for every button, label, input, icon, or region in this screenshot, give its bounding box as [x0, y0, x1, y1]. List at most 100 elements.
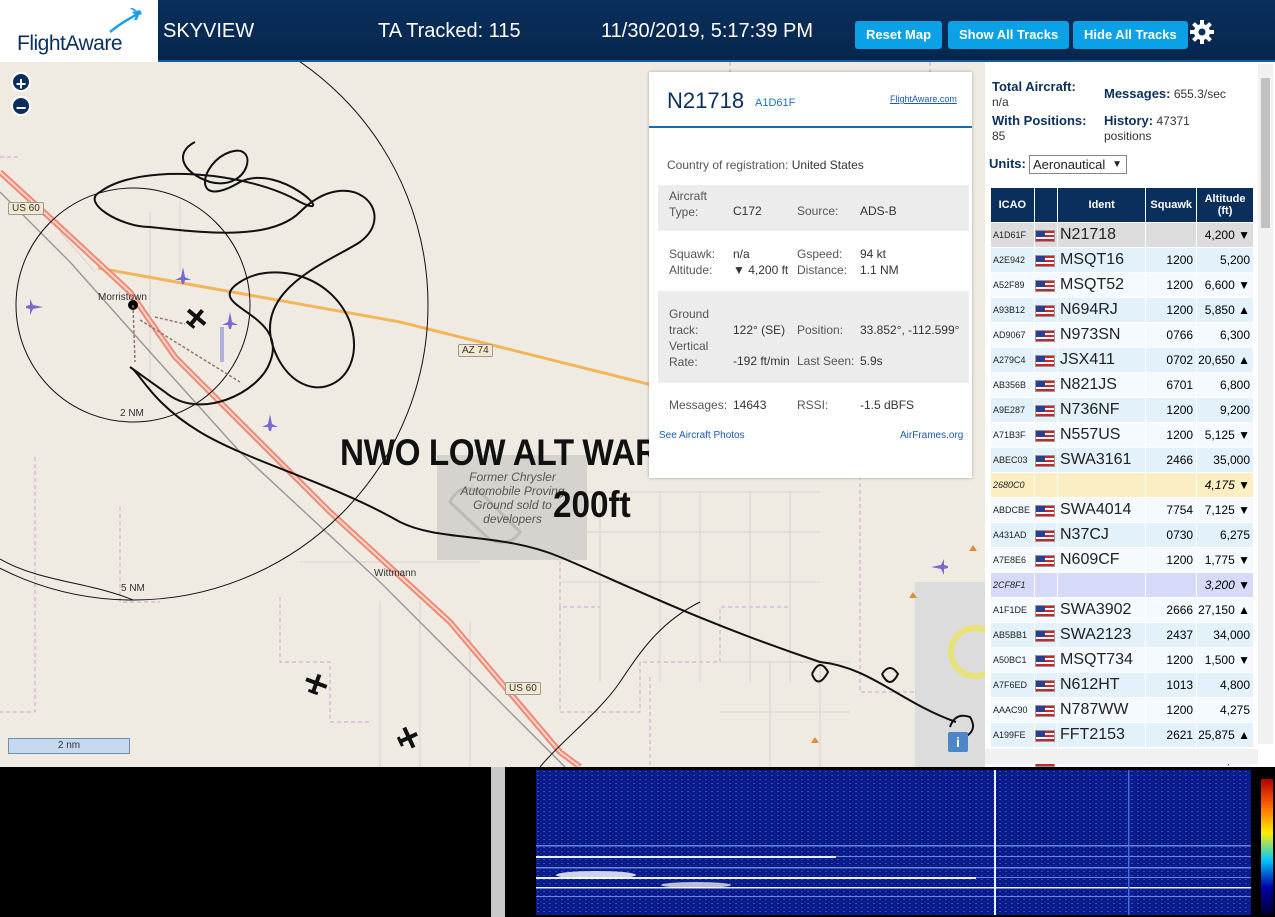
hide-all-tracks-button[interactable]: Hide All Tracks: [1073, 21, 1188, 49]
altitude-cell: 4,800: [1196, 672, 1254, 698]
table-row[interactable]: A2E942 MSQT16 1200 5,200: [990, 247, 1254, 273]
plane-logo-icon: [109, 8, 142, 33]
panel-splitter[interactable]: [491, 767, 505, 917]
reset-map-button[interactable]: Reset Map: [855, 21, 943, 49]
table-row[interactable]: A199FE FFT2153 2621 25,875 ▲: [990, 722, 1254, 748]
flag-cell: [1033, 272, 1059, 298]
table-row[interactable]: AD9067 N973SN 0766 6,300: [990, 322, 1254, 348]
altitude-label: Altitude:: [669, 263, 713, 277]
ident-cell: N694RJ: [1056, 297, 1147, 323]
icao-cell: A7F6ED: [990, 672, 1035, 698]
ident-cell: SWA4014: [1056, 497, 1147, 523]
flightaware-link[interactable]: FlightAware.com: [890, 94, 957, 104]
aircraft-type-value: C172: [733, 204, 762, 218]
us-flag-icon: [1034, 504, 1055, 517]
scroll-thumb[interactable]: [1261, 78, 1270, 228]
column-header-squawk[interactable]: Squawk: [1145, 187, 1198, 223]
table-row[interactable]: AB5BB1 SWA2123 2437 34,000: [990, 622, 1254, 648]
rssi-value: -1.5 dBFS: [860, 398, 915, 412]
aircraft-info-popup: N21718 A1D61F FlightAware.com Country of…: [649, 72, 972, 478]
altitude-cell: 27,150 ▲: [1196, 597, 1254, 623]
squawk-cell: 6701: [1145, 372, 1198, 398]
table-row[interactable]: A431AD N37CJ 0730 6,275: [990, 522, 1254, 548]
altitude-cell: 35,000: [1196, 447, 1254, 473]
scale-bar: 2 nm: [8, 738, 130, 754]
messages-label: Messages:: [669, 398, 728, 412]
table-row[interactable]: A93B12 N694RJ 1200 5,850 ▲: [990, 297, 1254, 323]
flag-cell: [1033, 522, 1059, 548]
us-flag-icon: [1034, 654, 1055, 667]
zoom-in-button[interactable]: +: [11, 72, 31, 94]
icao-cell: AB356B: [990, 372, 1035, 398]
table-row[interactable]: ABEC03 SWA3161 2466 35,000: [990, 447, 1254, 473]
squawk-cell: 0766: [1145, 322, 1198, 348]
altitude-cell: 4,200 ▼: [1196, 222, 1254, 248]
squawk-cell: 1200: [1145, 247, 1198, 273]
squawk-cell: 1200: [1145, 697, 1198, 723]
position-value: 33.852°, -112.599°: [860, 323, 960, 337]
ta-tracked-count: TA Tracked: 115: [378, 20, 521, 42]
icao-cell: A93B12: [990, 297, 1035, 323]
squawk-cell: 2437: [1145, 622, 1198, 648]
column-header-ident[interactable]: Ident: [1056, 187, 1147, 223]
table-row[interactable]: A50BC1 MSQT734 1200 1,500 ▼: [990, 647, 1254, 673]
table-row[interactable]: A7E8E6 N609CF 1200 1,775 ▼: [990, 547, 1254, 573]
table-header-row: ICAO Ident Squawk Altitude (ft): [990, 187, 1254, 223]
ident-cell: JSX411: [1056, 347, 1147, 373]
ident-cell: FFT2153: [1056, 722, 1147, 748]
icao-cell: ABDCBE: [990, 497, 1035, 523]
info-icon[interactable]: i: [948, 732, 968, 752]
flag-cell: [1033, 397, 1059, 423]
table-row[interactable]: AB356B N821JS 6701 6,800: [990, 372, 1254, 398]
table-row[interactable]: A279C4 JSX411 0702 20,650 ▲: [990, 347, 1254, 373]
flag-cell: [1033, 597, 1059, 623]
table-row[interactable]: 2680C0 4,175 ▼: [990, 472, 1254, 498]
aircraft-photos-link[interactable]: See Aircraft Photos: [659, 430, 745, 441]
horizontal-scrollbar[interactable]: [985, 749, 1258, 764]
table-row[interactable]: A7F6ED N612HT 1013 4,800: [990, 672, 1254, 698]
column-header-icao[interactable]: ICAO: [990, 187, 1035, 223]
table-row[interactable]: A52F89 MSQT52 1200 6,600 ▼: [990, 272, 1254, 298]
road-label-us60: US 60: [505, 682, 541, 695]
altitude-cell: 1,775 ▼: [1196, 547, 1254, 573]
flightaware-logo[interactable]: FlightAware: [0, 0, 158, 62]
table-row[interactable]: A1D61F N21718 4,200 ▼: [990, 222, 1254, 248]
table-row[interactable]: A71B3F N557US 1200 5,125 ▼: [990, 422, 1254, 448]
table-row[interactable]: AAAC90 N787WW 1200 4,275: [990, 697, 1254, 723]
color-scale-bar: [1261, 779, 1273, 914]
units-select[interactable]: Aeronautical ▼: [1029, 155, 1127, 174]
flag-cell: [1033, 547, 1059, 573]
distance-label: Distance:: [797, 263, 848, 277]
column-header-altitude[interactable]: Altitude (ft): [1196, 187, 1254, 223]
table-row[interactable]: 2CF8F1 3,200 ▼: [990, 572, 1254, 598]
flag-cell: [1033, 322, 1059, 348]
flag-cell: [1033, 222, 1059, 248]
altitude-cell: 20,650 ▲: [1196, 347, 1254, 373]
ident-cell: SWA3161: [1056, 447, 1147, 473]
table-row[interactable]: A9E287 N736NF 1200 9,200: [990, 397, 1254, 423]
column-header-flag[interactable]: [1033, 187, 1059, 223]
ground-track-label: Ground track:: [669, 307, 710, 337]
us-flag-icon: [1034, 704, 1055, 717]
zoom-out-button[interactable]: −: [11, 96, 31, 118]
table-row[interactable]: ABDCBE SWA4014 7754 7,125 ▼: [990, 497, 1254, 523]
gear-icon[interactable]: [1189, 19, 1215, 45]
altitude-value: ▼ 4,200 ft: [733, 263, 789, 277]
altitude-cell: 4,175 ▼: [1196, 472, 1254, 498]
show-all-tracks-button[interactable]: Show All Tracks: [948, 21, 1070, 49]
vertical-scrollbar[interactable]: [1258, 64, 1273, 744]
datetime: 11/30/2019, 5:17:39 PM: [601, 20, 814, 42]
icao-cell: A52F89: [990, 272, 1035, 298]
us-flag-icon: [1034, 254, 1055, 267]
table-row[interactable]: A1F1DE SWA3902 2666 27,150 ▲: [990, 597, 1254, 623]
ident-cell: [1056, 572, 1147, 598]
airframes-link[interactable]: AirFrames.org: [900, 430, 963, 441]
altitude-cell: 1,500 ▼: [1196, 647, 1254, 673]
selected-ident: N21718: [667, 88, 745, 113]
ident-cell: N821JS: [1056, 372, 1147, 398]
squawk-cell: 1200: [1145, 547, 1198, 573]
logo-text: FlightAware: [17, 32, 123, 55]
distance-value: 1.1 NM: [860, 263, 899, 277]
ident-cell: SWA2123: [1056, 622, 1147, 648]
selected-hex: A1D61F: [755, 97, 796, 109]
